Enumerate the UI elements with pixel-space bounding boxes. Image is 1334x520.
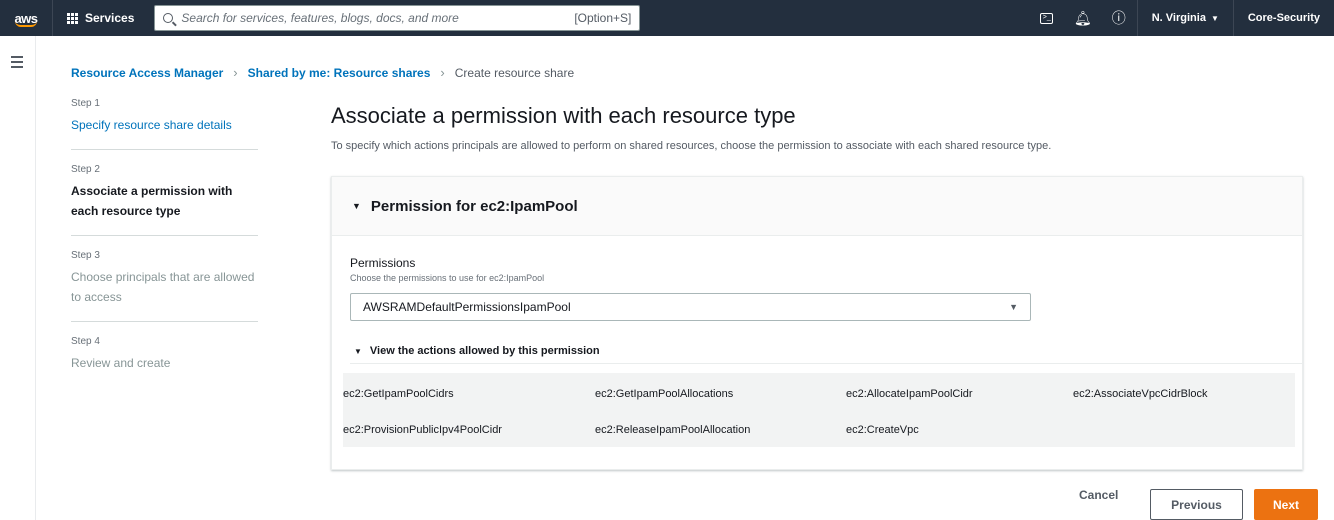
- permissions-label: Permissions: [350, 256, 416, 270]
- menu-icon[interactable]: [11, 56, 23, 71]
- step-number: Step 3: [71, 250, 100, 261]
- breadcrumb-current: Create resource share: [454, 65, 575, 80]
- aws-logo[interactable]: aws: [0, 0, 52, 36]
- action-item: ec2:AllocateIpamPoolCidr: [846, 388, 973, 400]
- action-item: ec2:AssociateVpcCidrBlock: [1073, 388, 1208, 400]
- help-button[interactable]: ⓘ: [1101, 0, 1137, 36]
- cancel-button[interactable]: Cancel: [1079, 488, 1118, 502]
- search-input[interactable]: Search for services, features, blogs, do…: [154, 5, 641, 31]
- next-button[interactable]: Next: [1254, 489, 1318, 520]
- chevron-right-icon: ›: [440, 65, 445, 80]
- account-menu[interactable]: Core-Security: [1234, 0, 1334, 36]
- region-selector[interactable]: N. Virginia ▼: [1138, 0, 1233, 36]
- action-item: ec2:CreateVpc: [846, 424, 919, 436]
- divider: [350, 363, 1302, 364]
- permission-section-title: Permission for ec2:IpamPool: [370, 197, 578, 215]
- action-item: ec2:ProvisionPublicIpv4PoolCidr: [343, 424, 502, 436]
- caret-down-icon: ▼: [1210, 13, 1219, 23]
- previous-button[interactable]: Previous: [1150, 489, 1243, 520]
- step-number: Step 4: [71, 336, 100, 347]
- page-title: Associate a permission with each resourc…: [331, 103, 796, 128]
- services-menu-button[interactable]: Services: [53, 0, 148, 36]
- wizard-step-1: Step 1 Specify resource share details: [71, 98, 258, 150]
- action-item: ec2:GetIpamPoolAllocations: [595, 388, 734, 400]
- help-icon: ⓘ: [1111, 10, 1126, 26]
- caret-down-icon: ▼: [354, 346, 362, 356]
- step-1-link[interactable]: Specify resource share details: [71, 115, 258, 135]
- permissions-select[interactable]: AWSRAMDefaultPermissionsIpamPool ▼: [350, 293, 1031, 321]
- view-actions-expander[interactable]: ▼ View the actions allowed by this permi…: [354, 345, 600, 357]
- search-icon: [163, 13, 174, 23]
- page-description: To specify which actions principals are …: [331, 140, 1052, 152]
- notifications-button[interactable]: 🔔︎: [1065, 0, 1101, 36]
- step-number: Step 1: [71, 98, 100, 109]
- wizard-step-4: Step 4 Review and create: [71, 336, 258, 387]
- permission-container: ▼ Permission for ec2:IpamPool Permission…: [331, 176, 1303, 470]
- account-label: Core-Security: [1247, 12, 1320, 24]
- side-navigation: [0, 36, 36, 520]
- action-item: ec2:ReleaseIpamPoolAllocation: [595, 424, 751, 436]
- wizard-steps: Step 1 Specify resource share details St…: [71, 98, 258, 401]
- chevron-right-icon: ›: [233, 65, 238, 80]
- wizard-step-3: Step 3 Choose principals that are allowe…: [71, 250, 258, 322]
- actions-list: ec2:GetIpamPoolCidrs ec2:GetIpamPoolAllo…: [343, 373, 1295, 447]
- search-shortcut-hint: [Option+S]: [574, 11, 632, 25]
- permission-section-header[interactable]: ▼ Permission for ec2:IpamPool: [332, 177, 1302, 236]
- services-label: Services: [85, 11, 135, 25]
- permissions-selected-value: AWSRAMDefaultPermissionsIpamPool: [363, 300, 571, 314]
- bell-icon: 🔔︎: [1073, 9, 1092, 26]
- caret-down-icon: ▼: [352, 201, 361, 211]
- step-4-title: Review and create: [71, 356, 171, 370]
- top-navigation: aws Services Search for services, featur…: [0, 0, 1334, 36]
- wizard-step-2: Step 2 Associate a permission with each …: [71, 164, 258, 236]
- top-right-controls: >_ 🔔︎ ⓘ N. Virginia ▼ Core-Security: [1029, 0, 1334, 36]
- step-2-title: Associate a permission with each resourc…: [71, 184, 233, 218]
- cloudshell-icon: >_: [1040, 12, 1054, 24]
- aws-smile-icon: [15, 21, 37, 27]
- permissions-description: Choose the permissions to use for ec2:Ip…: [350, 273, 545, 283]
- region-label: N. Virginia: [1151, 12, 1206, 24]
- view-actions-label: View the actions allowed by this permiss…: [369, 345, 600, 357]
- caret-down-icon: ▼: [1009, 302, 1018, 312]
- breadcrumb-shared-by-me[interactable]: Shared by me: Resource shares: [248, 66, 431, 80]
- breadcrumb: Resource Access Manager › Shared by me: …: [71, 65, 574, 80]
- search-placeholder: Search for services, features, blogs, do…: [181, 11, 459, 25]
- breadcrumb-resource-access-manager[interactable]: Resource Access Manager: [71, 66, 223, 80]
- cloudshell-button[interactable]: >_: [1029, 0, 1065, 36]
- step-3-title: Choose principals that are allowed to ac…: [71, 270, 255, 304]
- grid-icon: [67, 12, 78, 24]
- step-number: Step 2: [71, 164, 100, 175]
- action-item: ec2:GetIpamPoolCidrs: [343, 388, 454, 400]
